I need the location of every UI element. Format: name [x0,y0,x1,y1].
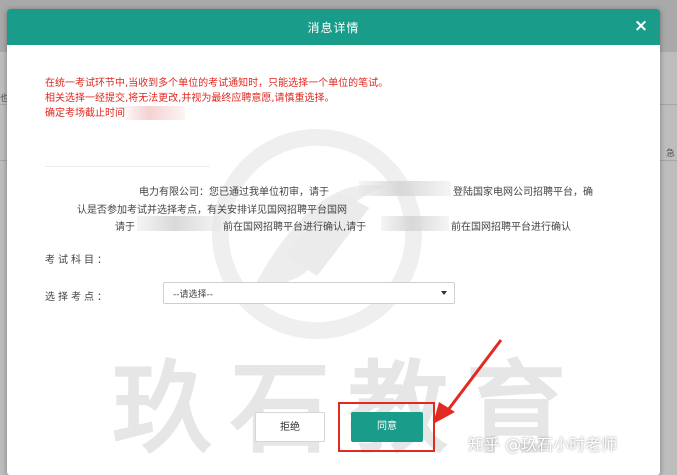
notice-line: 相关选择一经提交,将无法更改,并视为最终应聘意愿,请慎重选择。 [45,93,335,104]
watermark-footer: 知乎 @玖石小时老师 [468,435,618,454]
notice-line: 确定考场截止时间 [45,106,388,121]
exam-site-label: 选择考点： [45,292,110,303]
exam-subject-label: 考试科目： [45,255,110,266]
info-text: 认是否参加考试并选择考点，有关安排详见国网招聘平台国网 [77,205,347,216]
annotation-arrow-icon [433,339,503,424]
info-text: 前在国网招聘平台进行确认,请于 [223,222,367,233]
reject-button[interactable]: 拒绝 [255,412,325,442]
dialog-header: 消息详情 × [7,9,660,45]
info-text: 电力有限公司：您已通过我单位初审，请于 [139,187,329,198]
dialog-title: 消息详情 [307,21,360,35]
info-text: 请于 [115,222,135,233]
message-detail-dialog: 消息详情 × 玖石教育 在统一考试环节中,当收到多个单位的考试通知时，只能选择一… [7,9,660,475]
annotation-highlight-box [338,402,435,452]
close-icon[interactable]: × [632,17,650,35]
chevron-down-icon [441,291,447,295]
redacted-area [359,181,451,196]
info-text: 登陆国家电网公司招聘平台，确 [453,187,593,198]
info-text: 前在国网招聘平台进行确认 [451,222,571,233]
exam-site-select[interactable]: --请选择-- [163,282,455,304]
select-value: --请选择-- [173,290,213,300]
notice-block: 在统一考试环节中,当收到多个单位的考试通知时，只能选择一个单位的笔试。 相关选择… [45,76,388,121]
redacted-area [137,216,221,231]
watermark-logo [212,129,422,339]
notice-deadline-label: 确定考场截止时间 [45,108,125,119]
redacted-area [381,216,449,231]
redacted-area [125,106,185,120]
background-text: 急 [665,149,675,159]
notice-line: 在统一考试环节中,当收到多个单位的考试通知时，只能选择一个单位的笔试。 [45,78,389,89]
divider [45,166,210,167]
